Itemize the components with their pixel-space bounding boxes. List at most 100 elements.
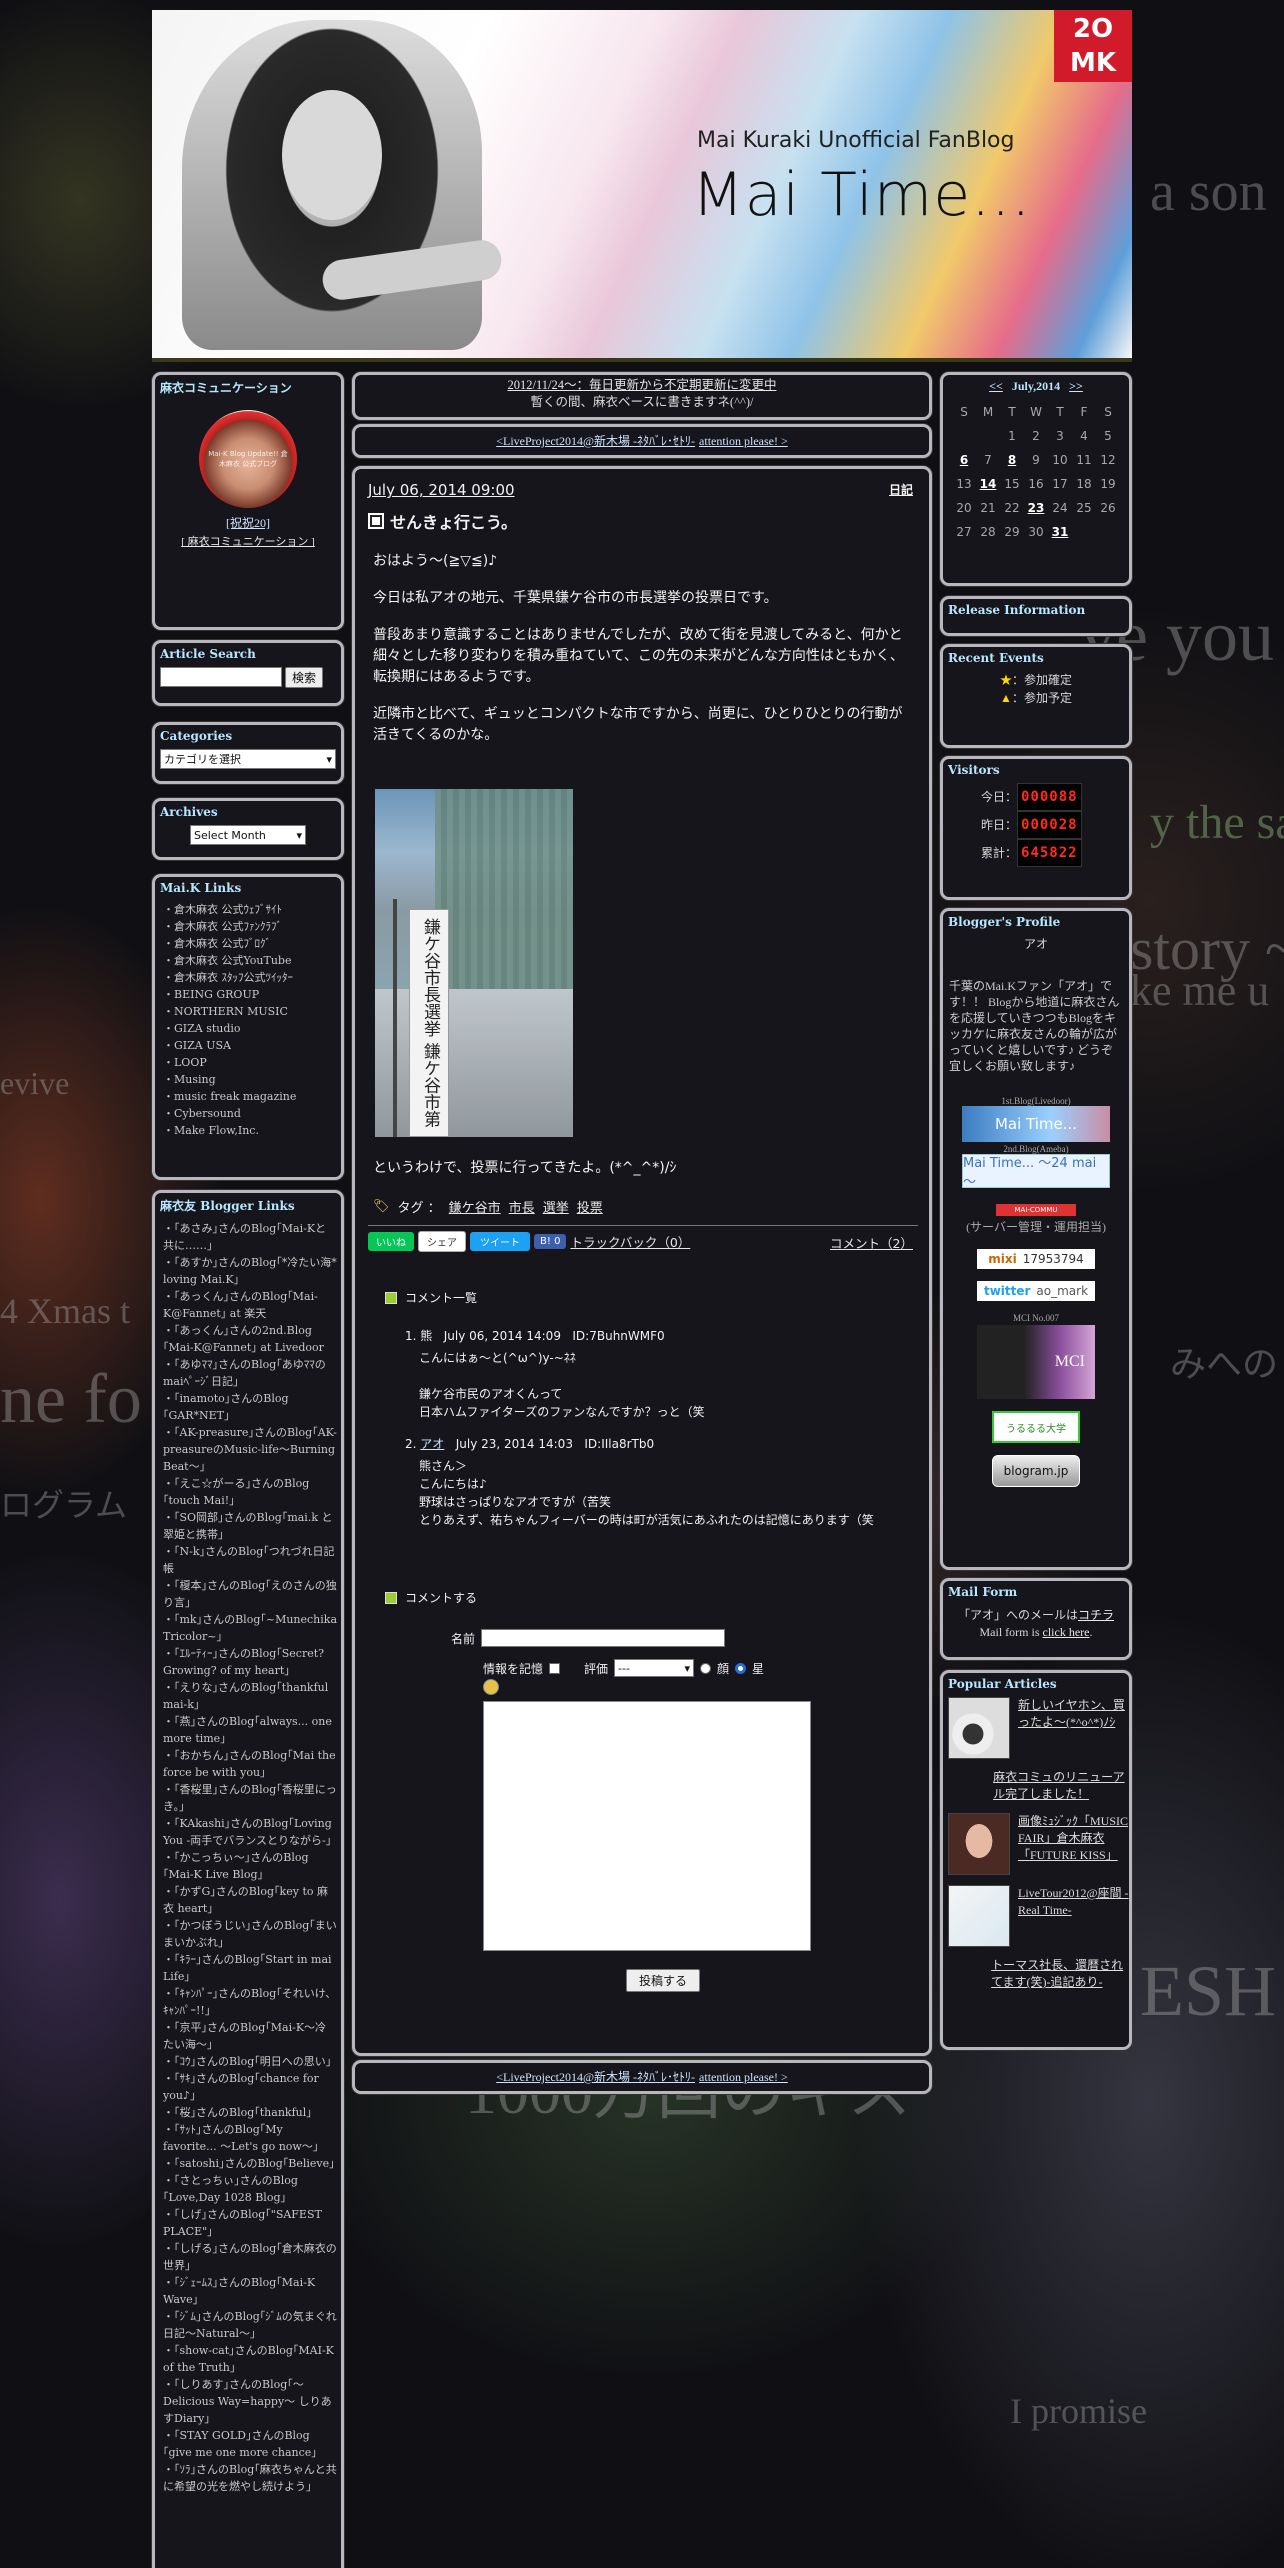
blogger-link-item[interactable]: ・｢さとっちぃ｣さんのBlog｢Love,Day 1028 Blog｣ (163, 2172, 337, 2206)
blogger-link-item[interactable]: ・｢しげる｣さんのBlog｢倉木麻衣の世界｣ (163, 2240, 337, 2274)
maik-link-item[interactable]: ・倉木麻衣 ｽﾀｯﾌ公式ﾂｲｯﾀｰ (163, 969, 341, 986)
name-input[interactable] (481, 1629, 726, 1647)
search-button[interactable]: 検索 (285, 667, 324, 688)
maik-link-item[interactable]: ・BEING GROUP (163, 986, 341, 1003)
mai-community-banner[interactable]: MAI-COMMU (996, 1204, 1076, 1216)
blogger-link-item[interactable]: ・｢京平｣さんのBlog｢Mai-K～冷たい海～｣ (163, 2019, 337, 2053)
calendar-prev-link[interactable]: << (989, 379, 1003, 393)
maik-link-item[interactable]: ・倉木麻衣 公式ﾌﾞﾛｸﾞ (163, 935, 341, 952)
blogger-link-item[interactable]: ・｢ｼﾞｪｰﾑｽ｣さんのBlog｢Mai-K Wave｣ (163, 2274, 337, 2308)
blogger-link-item[interactable]: ・｢ｺｳ｣さんのBlog｢明日への思い｣ (163, 2053, 337, 2070)
blogger-link-item[interactable]: ・｢あすか｣さんのBlog｢*冷たい海* loving Mai.K｣ (163, 1254, 337, 1288)
blogger-link-item[interactable]: ・｢ｻｷ｣さんのBlog｢chance for you♪｣ (163, 2070, 337, 2104)
comment-author[interactable]: アオ (420, 1437, 444, 1451)
blogger-link-item[interactable]: ・｢しりあす｣さんのBlog｢～Delicious Way=happy～ しりあ… (163, 2376, 337, 2427)
blogger-link-item[interactable]: ・｢ｴﾙｰﾃｨｰ｣さんのBlog｢Secret? Growing? of my … (163, 1645, 337, 1679)
blogger-link-item[interactable]: ・｢show-cat｣さんのBlog｢MAI-K of the Truth｣ (163, 2342, 337, 2376)
site-logo[interactable]: 2O MK (1054, 10, 1132, 82)
rating-select[interactable]: --- ▾ (614, 1659, 695, 1677)
maik-link-item[interactable]: ・NORTHERN MUSIC (163, 1003, 341, 1020)
community-link[interactable]: [ 麻衣コミュニケーション ] (181, 536, 315, 548)
popular-item[interactable]: 画像ﾐｭｼﾞｯｸ「MUSIC FAIR」倉木麻衣「FUTURE KISS」 (948, 1813, 1129, 1875)
blogger-link-item[interactable]: ・｢N-k｣さんのBlog｢つれづれ日記帳 (163, 1543, 337, 1577)
blogger-link-item[interactable]: ・｢ｷﾗｰ｣さんのBlog｢Start in mai Life｣ (163, 1951, 337, 1985)
blogger-link-item[interactable]: ・｢榎本｣さんのBlog｢えのさんの独り言｣ (163, 1577, 337, 1611)
post-category[interactable]: 日記 (889, 481, 913, 498)
mci-banner[interactable]: MCI (977, 1325, 1095, 1399)
comment-link[interactable]: コメント（2） (830, 1236, 913, 1251)
submit-comment-button[interactable]: 投稿する (626, 1969, 701, 1992)
blogger-link-item[interactable]: ・｢SO岡部｣さんのBlog｢mai.k と翠姫と携帯｣ (163, 1509, 337, 1543)
blogger-link-item[interactable]: ・｢STAY GOLD｣さんのBlog｢give me one more cha… (163, 2427, 337, 2461)
university-badge[interactable]: うるるる大学 (992, 1411, 1080, 1443)
star-radio[interactable] (735, 1662, 747, 1674)
maik-link-item[interactable]: ・Musing (163, 1071, 341, 1088)
trackback-link[interactable]: トラックバック（0） (570, 1232, 690, 1251)
blogger-link-item[interactable]: ・｢あっくん｣さんのBlog｢Mai-K@Fannet｣ at 楽天 (163, 1288, 337, 1322)
twitter-badge[interactable]: twitter ao_mark (977, 1281, 1095, 1301)
archives-select[interactable]: Select Month ▾ (190, 825, 306, 845)
popular-item[interactable]: トーマス社長、還暦されてます(笑)-追記あり- (948, 1957, 1129, 1991)
maik-link-item[interactable]: ・GIZA studio (163, 1020, 341, 1037)
mail-link-en[interactable]: click here (1043, 1625, 1090, 1639)
blogram-badge[interactable]: blogram.jp (992, 1455, 1080, 1487)
emoji-icon[interactable] (483, 1679, 499, 1695)
post-photo[interactable]: 鎌ケ谷市長選挙 鎌ケ谷市第 (375, 789, 573, 1137)
calendar-day-link[interactable]: 6 (952, 448, 976, 472)
calendar-day-link[interactable]: 8 (1000, 448, 1024, 472)
prev-post-link[interactable]: <LiveProject2014@新木場 -ﾈﾀﾊﾞﾚ･ｾﾄﾘ- (496, 2070, 695, 2084)
header-banner[interactable]: Mai Kuraki Unofficial FanBlog Mai Time..… (152, 10, 1132, 358)
maik-link-item[interactable]: ・Make Flow,Inc. (163, 1122, 341, 1139)
remember-checkbox[interactable] (549, 1662, 561, 1674)
next-post-link[interactable]: attention please! > (699, 434, 788, 448)
blogger-link-item[interactable]: ・｢桜｣さんのBlog｢thankful｣ (163, 2104, 337, 2121)
maik-link-item[interactable]: ・倉木麻衣 公式YouTube (163, 952, 341, 969)
calendar-day-link[interactable]: 31 (1048, 520, 1072, 544)
blogger-link-item[interactable]: ・｢ｻｯﾄ｣さんのBlog｢My favorite... ～Let's go n… (163, 2121, 337, 2155)
blogger-link-item[interactable]: ・｢ｼﾞﾑ｣さんのBlog｢ｼﾞﾑの気まぐれ日記～Natural～｣ (163, 2308, 337, 2342)
blogger-link-item[interactable]: ・｢おかちん｣さんのBlog｢Mai the force be with you… (163, 1747, 337, 1781)
blogger-link-item[interactable]: ・｢あっくん｣さんの2nd.Blog｢Mai-K@Fannet｣ at Live… (163, 1322, 337, 1356)
blogger-link-item[interactable]: ・｢かつぼうじい｣さんのBlog｢まいまいかぶれ｣ (163, 1917, 337, 1951)
maik-link-item[interactable]: ・GIZA USA (163, 1037, 341, 1054)
blogger-link-item[interactable]: ・｢かこっちぃ～｣さんのBlog｢Mai-K Live Blog｣ (163, 1849, 337, 1883)
mixi-badge[interactable]: mixi 17953794 (977, 1249, 1095, 1269)
mail-link-ja[interactable]: コチラ (1078, 1608, 1114, 1622)
next-post-link[interactable]: attention please! > (699, 2070, 788, 2084)
tweet-button[interactable]: ツイート (470, 1232, 530, 1251)
blogger-link-item[interactable]: ・｢mk｣さんのBlog｢~Munechika Tricolor~｣ (163, 1611, 337, 1645)
blogger-link-item[interactable]: ・｢燕｣さんのBlog｢always... one more time｣ (163, 1713, 337, 1747)
maik-link-item[interactable]: ・倉木麻衣 公式ﾌｧﾝｸﾗﾌﾞ (163, 918, 341, 935)
maik-link-item[interactable]: ・Cybersound (163, 1105, 341, 1122)
tag-link[interactable]: 市長 (509, 1197, 535, 1216)
community-badge[interactable]: Mai-K Blog Update!! 倉木麻衣 公式ブログ (199, 410, 297, 508)
blogger-link-item[interactable]: ・｢inamoto｣さんのBlog｢GAR*NET｣ (163, 1390, 337, 1424)
blogger-link-item[interactable]: ・｢あさみ｣さんのBlog｢Mai-Kと共に……｣ (163, 1220, 337, 1254)
categories-select[interactable]: カテゴリを選択 ▾ (160, 749, 336, 769)
blogger-link-item[interactable]: ・｢えりな｣さんのBlog｢thankful mai-k｣ (163, 1679, 337, 1713)
anniversary-link[interactable]: [祝祝20] (226, 516, 270, 530)
tag-link[interactable]: 投票 (577, 1197, 603, 1216)
calendar-day-link[interactable]: 14 (976, 472, 1000, 496)
blogger-link-item[interactable]: ・｢えこ☆がーる｣さんのBlog｢touch Mai!｣ (163, 1475, 337, 1509)
notice-update-link[interactable]: 2012/11/24～：毎日更新から不定期更新に変更中 (508, 378, 777, 392)
tag-link[interactable]: 鎌ケ谷市 (449, 1197, 501, 1216)
second-blog-banner[interactable]: Mai Time... ～24 mai～ (962, 1154, 1110, 1190)
facebook-share-button[interactable]: シェア (418, 1231, 466, 1252)
blogger-link-item[interactable]: ・｢かずG｣さんのBlog｢key to 麻衣 heart｣ (163, 1883, 337, 1917)
popular-item[interactable]: 麻衣コミュのリニューアル完了しました！ (948, 1769, 1129, 1803)
hatena-bookmark-button[interactable]: B! 0 (534, 1234, 567, 1249)
blogger-link-item[interactable]: ・｢ｿﾗ｣さんのBlog｢麻衣ちゃんと共に希望の光を燃やし続けよう｣ (163, 2461, 337, 2495)
maik-link-item[interactable]: ・music freak magazine (163, 1088, 341, 1105)
maik-link-item[interactable]: ・LOOP (163, 1054, 341, 1071)
blogger-link-item[interactable]: ・｢AK-preasure｣さんのBlog｢AK-preasureのMusic-… (163, 1424, 337, 1475)
blogger-link-item[interactable]: ・｢しげ｣さんのBlog｢"SAFEST PLACE"｣ (163, 2206, 337, 2240)
calendar-next-link[interactable]: >> (1069, 379, 1083, 393)
face-radio[interactable] (700, 1662, 712, 1674)
calendar-day-link[interactable]: 23 (1024, 496, 1048, 520)
blogger-link-item[interactable]: ・｢satoshi｣さんのBlog｢Believe｣ (163, 2155, 337, 2172)
line-like-button[interactable]: いいね (368, 1232, 414, 1251)
maik-link-item[interactable]: ・倉木麻衣 公式ｳｪﾌﾞｻｲﾄ (163, 901, 341, 918)
comment-textarea[interactable] (483, 1701, 811, 1951)
popular-item[interactable]: 新しいイヤホン、買ったよ～(*^o^*)ﾉｼ (948, 1697, 1129, 1759)
